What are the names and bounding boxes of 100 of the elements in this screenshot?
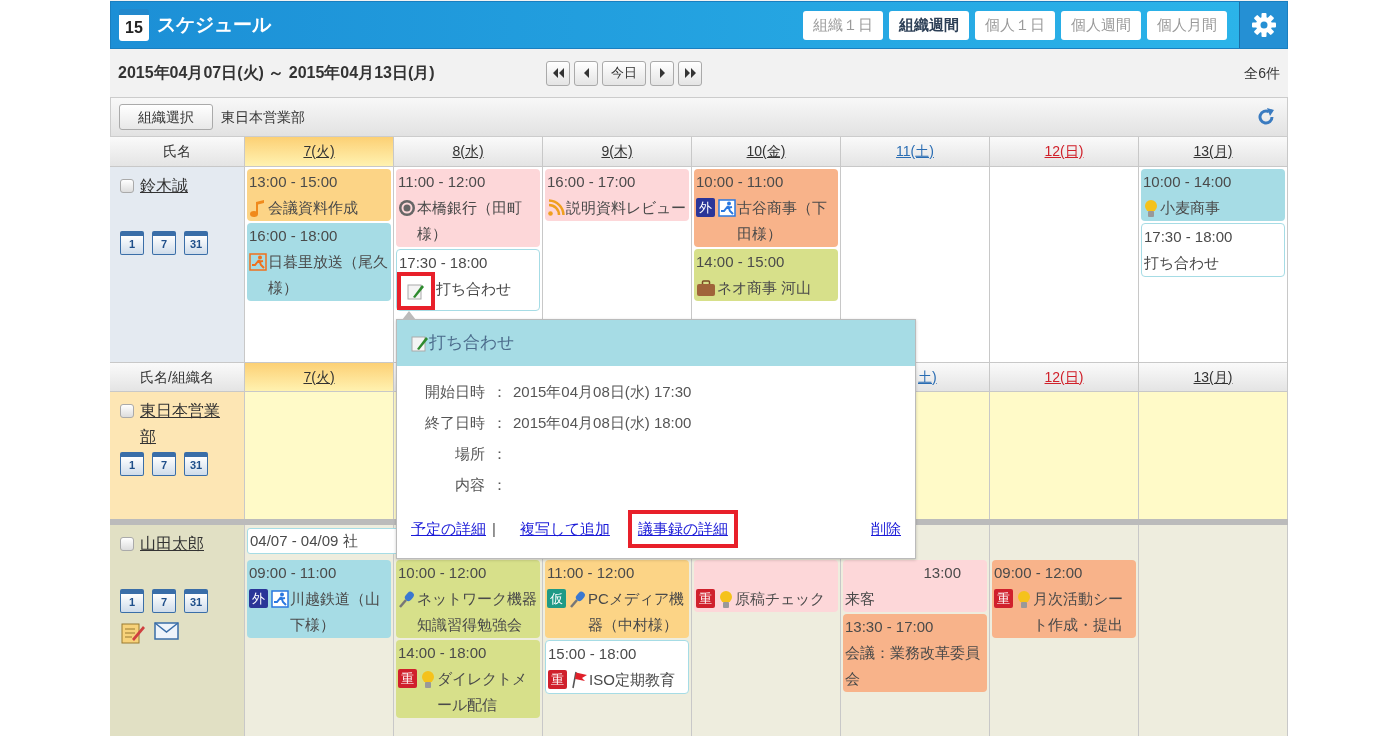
event-title: ダイレクトメール配信 bbox=[437, 669, 528, 715]
event-title: 本橋銀行（田町様） bbox=[417, 198, 523, 244]
view-tab[interactable]: 組織週間 bbox=[889, 10, 969, 40]
event-title: 会議：業務改革委員会 bbox=[845, 643, 981, 689]
today-button[interactable]: 今日 bbox=[602, 60, 646, 86]
memo-icon[interactable] bbox=[120, 621, 146, 645]
item-count: 全6件 bbox=[1244, 63, 1280, 83]
name-link[interactable]: 山田太郎 bbox=[140, 531, 204, 557]
calendar-icon[interactable]: 1 bbox=[120, 452, 144, 476]
event-title: 打ち合わせ bbox=[1144, 253, 1219, 273]
event-card[interactable]: 09:00 - 12:00 重 月次活動シート作成・提出 bbox=[992, 560, 1136, 638]
field-value: 2015年04月08日(水) 18:00 bbox=[513, 413, 692, 434]
column-header: 氏名/組織名 bbox=[110, 363, 245, 391]
event-title: 打ち合わせ bbox=[436, 279, 511, 299]
event-card[interactable]: 17:30 - 18:00 打ち合わせ bbox=[1141, 223, 1285, 277]
event-time: 14:00 - 15:00 bbox=[696, 252, 786, 272]
checkbox[interactable] bbox=[120, 179, 134, 193]
calendar-icon[interactable]: 7 bbox=[152, 231, 176, 255]
calendar-icon[interactable]: 1 bbox=[120, 231, 144, 255]
org-name: 東日本営業部 bbox=[221, 107, 305, 127]
event-title: ネットワーク機器知識習得勉強会 bbox=[417, 589, 538, 635]
calendar-icon[interactable]: 31 bbox=[184, 231, 208, 255]
tag-badge: 外 bbox=[696, 198, 715, 217]
first-page-icon bbox=[551, 66, 565, 80]
field-label: 終了日時 bbox=[424, 413, 485, 434]
day-link[interactable]: 10(金) bbox=[746, 141, 786, 162]
event-card[interactable]: 13:00 - 15:00 会議資料作成 bbox=[247, 169, 391, 221]
day-link[interactable]: 13(月) bbox=[1193, 366, 1233, 388]
checkbox[interactable] bbox=[120, 537, 134, 551]
day-link[interactable]: 7(火) bbox=[303, 141, 335, 162]
popup-link[interactable]: 複写して追加 bbox=[519, 517, 610, 540]
calendar-icon[interactable]: 1 bbox=[120, 589, 144, 613]
day-link[interactable]: 12(日) bbox=[1044, 366, 1084, 388]
calendar-icon[interactable]: 7 bbox=[152, 589, 176, 613]
day-link[interactable]: 12(日) bbox=[1044, 141, 1084, 162]
event-card[interactable]: 11:00 - 12:00 本橋銀行（田町様） bbox=[396, 169, 540, 247]
event-title: PCメディア機器（中村様） bbox=[588, 589, 685, 635]
event-card[interactable]: 10:00 - 12:00 ネットワーク機器知識習得勉強会 bbox=[396, 560, 540, 638]
calendar-logo-icon: 15 bbox=[119, 9, 149, 41]
app-title: スケジュール bbox=[157, 12, 271, 37]
event-time: 10:00 - 11:00 bbox=[696, 172, 785, 192]
event-card[interactable]: 11:00 - 12:00 仮 PCメディア機器（中村様） bbox=[545, 560, 689, 638]
event-card[interactable]: 17:30 - 18:00 打ち合わせ bbox=[396, 249, 540, 311]
popup-link[interactable]: 議事録の詳細 bbox=[627, 509, 738, 548]
event-card[interactable]: 13:30 - 17:00 会議：業務改革委員会 bbox=[843, 614, 987, 692]
refresh-icon bbox=[1256, 107, 1276, 127]
day-link[interactable]: 8(水) bbox=[452, 141, 484, 162]
event-time: 16:00 - 18:00 bbox=[249, 226, 339, 246]
event-time: 13:30 - 17:00 bbox=[845, 617, 935, 637]
event-time: 09:00 - 12:00 bbox=[994, 563, 1084, 583]
calendar-icon[interactable]: 31 bbox=[184, 452, 208, 476]
popup-link[interactable]: 削除 bbox=[871, 517, 901, 540]
day-link[interactable]: 7(火) bbox=[303, 366, 335, 388]
first-button[interactable] bbox=[546, 60, 570, 86]
event-card[interactable]: 10:00 - 14:00 小麦商事 bbox=[1141, 169, 1285, 221]
tag-badge: 仮 bbox=[547, 589, 566, 608]
event-card[interactable]: 15:00 - 18:00 重 ISO定期教育 bbox=[545, 640, 689, 694]
event-time: 10:00 - 12:00 bbox=[398, 563, 488, 583]
event-time: 16:00 - 17:00 bbox=[547, 172, 637, 192]
date-range: 2015年04月07日(火) ～ 2015年04月13日(月) bbox=[118, 63, 436, 83]
event-card[interactable]: 重 原稿チェック bbox=[694, 560, 838, 612]
tag-badge: 重 bbox=[548, 670, 567, 689]
event-card[interactable]: 16:00 - 17:00 説明資料レビュー bbox=[545, 169, 689, 221]
event-time: 10:00 - 14:00 bbox=[1143, 172, 1233, 192]
day-link[interactable]: 11(土) bbox=[896, 141, 934, 162]
calendar-icon[interactable]: 31 bbox=[184, 589, 208, 613]
memo-pencil-icon bbox=[411, 334, 429, 352]
event-title: ネオ商事 河山 bbox=[717, 278, 812, 298]
name-link[interactable]: 東日本営業部 bbox=[140, 398, 234, 450]
event-card[interactable]: 13:00 来客 bbox=[843, 560, 987, 612]
day-link[interactable]: 土) bbox=[918, 366, 937, 388]
event-card[interactable]: 16:00 - 18:00 日暮里放送（尾久様） bbox=[247, 223, 391, 301]
calendar-icon[interactable]: 7 bbox=[152, 452, 176, 476]
event-card[interactable]: 09:00 - 11:00 外 川越鉄道（山下様） bbox=[247, 560, 391, 638]
mail-icon[interactable] bbox=[154, 621, 180, 641]
day-link[interactable]: 9(木) bbox=[601, 141, 633, 162]
event-title: 説明資料レビュー bbox=[566, 198, 686, 218]
day-link[interactable]: 13(月) bbox=[1193, 141, 1233, 162]
tag-badge: 重 bbox=[696, 589, 715, 608]
settings-button[interactable] bbox=[1239, 2, 1287, 48]
name-link[interactable]: 鈴木誠 bbox=[140, 173, 188, 199]
next-button[interactable] bbox=[650, 60, 674, 86]
event-card[interactable]: 10:00 - 11:00 外 古谷商事（下田様） bbox=[694, 169, 838, 247]
tag-badge: 外 bbox=[249, 589, 268, 608]
next-icon bbox=[657, 66, 667, 80]
event-card[interactable]: 14:00 - 15:00 ネオ商事 河山 bbox=[694, 249, 838, 301]
org-select-button[interactable]: 組織選択 bbox=[119, 104, 213, 130]
event-title: 古谷商事（下田様） bbox=[737, 198, 828, 244]
tag-badge: 重 bbox=[994, 589, 1013, 608]
prev-button[interactable] bbox=[574, 60, 598, 86]
event-time: 13:00 - 15:00 bbox=[249, 172, 339, 192]
popup-link[interactable]: 予定の詳細 bbox=[411, 517, 486, 540]
event-title: ISO定期教育 bbox=[589, 670, 675, 690]
event-card[interactable]: 14:00 - 18:00 重 ダイレクトメール配信 bbox=[396, 640, 540, 718]
event-title: 日暮里放送（尾久様） bbox=[268, 252, 389, 298]
last-button[interactable] bbox=[678, 60, 702, 86]
field-label: 内容 bbox=[454, 475, 485, 496]
field-separator: ： bbox=[490, 444, 508, 465]
last-page-icon bbox=[683, 66, 697, 80]
checkbox[interactable] bbox=[120, 404, 134, 418]
